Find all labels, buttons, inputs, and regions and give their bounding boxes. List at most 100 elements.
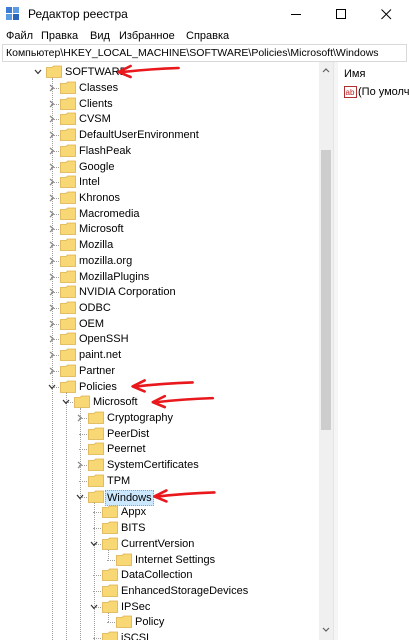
chevron-right-icon[interactable] xyxy=(47,287,57,297)
folder-icon xyxy=(60,285,76,299)
folder-icon xyxy=(60,270,76,283)
tree-item[interactable]: Google xyxy=(0,159,322,175)
chevron-right-icon[interactable] xyxy=(75,460,85,470)
tree-item[interactable]: FlashPeak xyxy=(0,143,322,159)
tree-item[interactable]: Clients xyxy=(0,96,322,112)
folder-icon xyxy=(102,631,118,640)
tree-item[interactable]: EnhancedStorageDevices xyxy=(0,583,322,599)
chevron-right-icon[interactable] xyxy=(47,130,57,140)
tree-item[interactable]: Classes xyxy=(0,80,322,96)
folder-icon xyxy=(88,474,104,487)
menu-help[interactable]: Справка xyxy=(186,30,229,42)
tree-item[interactable]: BITS xyxy=(0,520,322,536)
tree-item[interactable]: iSCSI xyxy=(0,630,322,640)
tree-connector xyxy=(79,433,87,435)
tree-item[interactable]: Peernet xyxy=(0,441,322,457)
folder-icon xyxy=(60,128,76,141)
scroll-down-arrow-icon[interactable] xyxy=(322,626,330,634)
tree-item[interactable]: Internet Settings xyxy=(0,552,322,568)
chevron-down-icon[interactable] xyxy=(75,492,85,502)
tree-item[interactable]: Policies xyxy=(0,379,322,395)
chevron-down-icon[interactable] xyxy=(89,539,99,549)
tree-item-label: Peernet xyxy=(107,443,146,456)
tree-item[interactable]: Khronos xyxy=(0,190,322,206)
title-bar[interactable]: Редактор реестра xyxy=(0,0,409,28)
close-button[interactable] xyxy=(364,0,409,28)
chevron-right-icon[interactable] xyxy=(47,350,57,360)
chevron-down-icon[interactable] xyxy=(61,397,71,407)
tree-item[interactable]: Mozilla xyxy=(0,237,322,253)
tree-item[interactable]: Appx xyxy=(0,504,322,520)
chevron-right-icon[interactable] xyxy=(47,256,57,266)
tree-item[interactable]: Policy xyxy=(0,614,322,630)
registry-key-tree[interactable]: SOFTWARE Classes Clients CVSM DefaultUserEnv… xyxy=(0,62,322,640)
tree-item[interactable]: mozilla.org xyxy=(0,253,322,269)
maximize-button[interactable] xyxy=(319,0,364,28)
tree-item[interactable]: SystemCertificates xyxy=(0,457,322,473)
tree-item-label: Classes xyxy=(79,81,119,94)
tree-item-label: Clients xyxy=(79,97,113,110)
chevron-right-icon[interactable] xyxy=(47,83,57,93)
chevron-right-icon[interactable] xyxy=(47,240,57,250)
column-header-name[interactable]: Имя xyxy=(344,68,365,80)
tree-item[interactable]: Microsoft xyxy=(0,221,322,237)
tree-item-label: Cryptography xyxy=(107,412,174,425)
tree-item[interactable]: CurrentVersion xyxy=(0,536,322,552)
values-pane[interactable]: Имя ab (По умолч xyxy=(338,62,409,640)
chevron-right-icon[interactable] xyxy=(47,177,57,187)
tree-item[interactable]: Macromedia xyxy=(0,206,322,222)
minimize-icon xyxy=(291,14,301,15)
chevron-right-icon[interactable] xyxy=(47,162,57,172)
chevron-right-icon[interactable] xyxy=(75,413,85,423)
tree-item[interactable]: MozillaPlugins xyxy=(0,269,322,285)
chevron-down-icon[interactable] xyxy=(33,67,43,77)
tree-item[interactable]: Intel xyxy=(0,174,322,190)
menu-favorites[interactable]: Избранное xyxy=(119,30,175,42)
minimize-button[interactable] xyxy=(274,0,319,28)
scroll-up-arrow-icon[interactable] xyxy=(322,66,330,74)
chevron-right-icon[interactable] xyxy=(47,146,57,156)
chevron-right-icon[interactable] xyxy=(47,114,57,124)
chevron-right-icon[interactable] xyxy=(47,209,57,219)
tree-item[interactable]: CVSM xyxy=(0,111,322,127)
tree-item[interactable]: IPSec xyxy=(0,599,322,615)
chevron-right-icon[interactable] xyxy=(47,272,57,282)
folder-icon xyxy=(60,81,76,94)
tree-item[interactable]: Microsoft xyxy=(0,394,322,410)
tree-item[interactable]: Cryptography xyxy=(0,410,322,426)
maximize-icon xyxy=(336,9,346,19)
folder-icon xyxy=(60,112,76,126)
tree-item[interactable]: SOFTWARE xyxy=(0,64,322,80)
chevron-right-icon[interactable] xyxy=(47,334,57,344)
tree-item[interactable]: OpenSSH xyxy=(0,331,322,347)
value-row[interactable]: ab (По умолч xyxy=(344,86,409,100)
chevron-right-icon[interactable] xyxy=(47,303,57,313)
tree-item[interactable]: DataCollection xyxy=(0,567,322,583)
chevron-down-icon[interactable] xyxy=(47,382,57,392)
menu-view[interactable]: Вид xyxy=(90,30,110,42)
tree-connector xyxy=(107,622,115,624)
chevron-right-icon[interactable] xyxy=(47,224,57,234)
menu-file[interactable]: Файл xyxy=(6,30,33,42)
chevron-down-icon[interactable] xyxy=(89,602,99,612)
tree-item[interactable]: OEM xyxy=(0,316,322,332)
tree-item[interactable]: Partner xyxy=(0,363,322,379)
menu-edit[interactable]: Правка xyxy=(41,30,78,42)
tree-item[interactable]: TPM xyxy=(0,473,322,489)
chevron-right-icon[interactable] xyxy=(47,193,57,203)
tree-item[interactable]: Windows xyxy=(0,489,322,506)
tree-item[interactable]: NVIDIA Corporation xyxy=(0,284,322,300)
tree-item[interactable]: PeerDist xyxy=(0,426,322,442)
tree-item[interactable]: paint.net xyxy=(0,347,322,363)
folder-icon xyxy=(88,490,104,503)
tree-item-label: Macromedia xyxy=(79,207,140,220)
scrollbar-thumb[interactable] xyxy=(321,150,331,430)
chevron-right-icon[interactable] xyxy=(47,319,57,329)
tree-item[interactable]: ODBC xyxy=(0,300,322,316)
chevron-right-icon[interactable] xyxy=(47,99,57,109)
folder-icon xyxy=(102,600,118,613)
chevron-right-icon[interactable] xyxy=(47,366,57,376)
tree-item[interactable]: DefaultUserEnvironment xyxy=(0,127,322,143)
address-bar[interactable]: Компьютер\HKEY_LOCAL_MACHINE\SOFTWARE\Po… xyxy=(2,44,407,62)
folder-icon xyxy=(60,144,76,157)
